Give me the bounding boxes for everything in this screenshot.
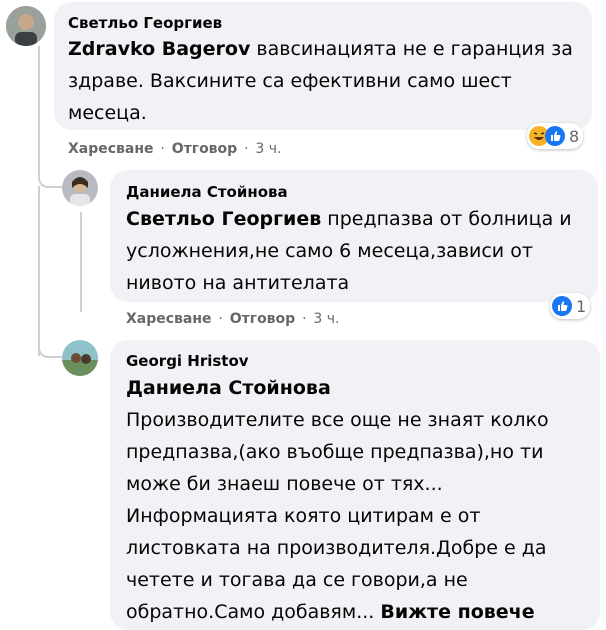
avatar[interactable] (62, 340, 98, 376)
reply-button[interactable]: Отговор (230, 311, 295, 327)
reaction-count: 8 (569, 126, 580, 146)
comment-author[interactable]: Даниела Стойнова (126, 183, 288, 201)
comment-actions: Харесване · Отговор · 3 ч. (126, 311, 339, 327)
comment-text: Производителите все още не знаят колко п… (126, 409, 549, 623)
separator: · (160, 141, 165, 157)
thread-line (38, 46, 40, 176)
mention-link[interactable]: Даниела Стойнова (126, 372, 331, 404)
thread-line (38, 186, 40, 356)
separator: · (302, 311, 307, 327)
thread-connector (38, 340, 62, 358)
like-icon (552, 296, 572, 316)
separator: · (218, 311, 223, 327)
timestamp[interactable]: 3 ч. (313, 311, 339, 327)
see-more-link[interactable]: Вижте повече (380, 601, 534, 623)
reply-button[interactable]: Отговор (172, 141, 237, 157)
thread-line (80, 212, 82, 312)
comment-text: Светльо Георгиев предпазва от болница и … (126, 208, 572, 294)
like-button[interactable]: Харесване (126, 311, 212, 327)
avatar[interactable] (6, 6, 46, 46)
like-icon (545, 126, 565, 146)
separator: · (244, 141, 249, 157)
reaction-count: 1 (576, 296, 587, 316)
reaction-summary[interactable]: 1 (550, 293, 591, 319)
comment-author[interactable]: Светльо Георгиев (68, 14, 222, 32)
reaction-summary[interactable]: 8 (527, 123, 584, 149)
mention-link[interactable]: Светльо Георгиев (126, 208, 321, 230)
comment-text: Zdravko Bagerov вавсинацията не е гаранц… (68, 38, 573, 124)
comment-actions: Харесване · Отговор · 3 ч. (68, 141, 281, 157)
mention-link[interactable]: Zdravko Bagerov (68, 38, 250, 60)
timestamp[interactable]: 3 ч. (255, 141, 281, 157)
comment-author[interactable]: Georgi Hristov (126, 352, 249, 370)
avatar[interactable] (62, 170, 98, 206)
like-button[interactable]: Харесване (68, 141, 154, 157)
thread-connector (38, 170, 62, 188)
